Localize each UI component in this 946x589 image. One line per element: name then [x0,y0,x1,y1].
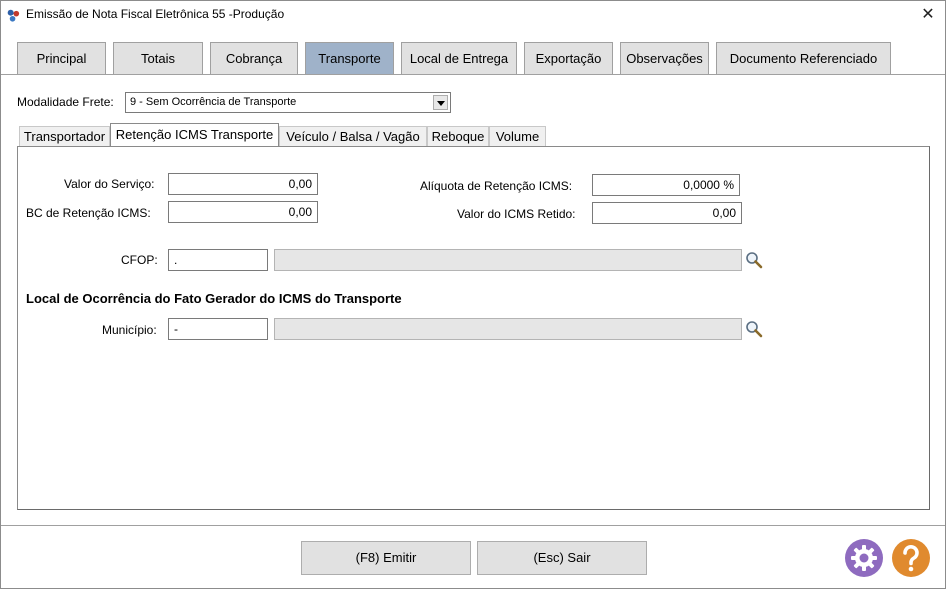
modalidade-frete-value: 9 - Sem Ocorrência de Transporte [130,96,297,108]
tab-exportacao[interactable]: Exportação [524,42,613,74]
title-bar: Emissão de Nota Fiscal Eletrônica 55 -Pr… [1,1,945,30]
exit-button[interactable]: (Esc) Sair [477,541,647,575]
subtab-volume[interactable]: Volume [489,126,546,147]
cfop-label: CFOP: [121,253,158,267]
subtab-retencao-icms-transporte[interactable]: Retenção ICMS Transporte [110,123,279,147]
close-button[interactable]: ✕ [916,4,940,26]
valor-servico-input[interactable]: 0,00 [168,173,318,195]
aliquota-input[interactable]: 0,0000 % [592,174,740,196]
tab-observacoes[interactable]: Observações [620,42,709,74]
valor-servico-label: Valor do Serviço: [64,177,155,191]
municipio-code-input[interactable]: - [168,318,268,340]
municipio-description-field [274,318,742,340]
valor-icms-retido-label: Valor do ICMS Retido: [457,207,576,221]
tab-principal[interactable]: Principal [17,42,106,74]
modalidade-frete-label: Modalidade Frete: [17,95,114,109]
tab-transporte[interactable]: Transporte [305,42,394,74]
aliquota-label: Alíquota de Retenção ICMS: [420,179,573,193]
tab-cobranca[interactable]: Cobrança [210,42,298,74]
bc-retencao-label: BC de Retenção ICMS: [26,206,151,220]
bc-retencao-input[interactable]: 0,00 [168,201,318,223]
cfop-code-input[interactable]: . [168,249,268,271]
modalidade-frete-select[interactable]: 9 - Sem Ocorrência de Transporte [125,92,451,113]
tab-documento-referenciado[interactable]: Documento Referenciado [716,42,891,74]
tab-totais[interactable]: Totais [113,42,203,74]
emit-button[interactable]: (F8) Emitir [301,541,471,575]
app-window: Emissão de Nota Fiscal Eletrônica 55 -Pr… [0,0,946,589]
subtab-reboque[interactable]: Reboque [427,126,489,147]
cfop-description-field [274,249,742,271]
tab-local-de-entrega[interactable]: Local de Entrega [401,42,517,74]
subtab-veiculo-balsa-vagao[interactable]: Veículo / Balsa / Vagão [279,126,427,147]
window-title: Emissão de Nota Fiscal Eletrônica 55 -Pr… [26,7,285,21]
app-logo-icon [7,9,20,22]
municipio-label: Município: [102,323,157,337]
valor-icms-retido-input[interactable]: 0,00 [592,202,742,224]
gear-icon[interactable] [844,538,884,578]
magnifier-icon[interactable] [745,320,763,338]
question-icon[interactable] [891,538,931,578]
subtab-transportador[interactable]: Transportador [19,126,110,147]
footer-divider [1,525,945,526]
magnifier-icon[interactable] [745,251,763,269]
section-title: Local de Ocorrência do Fato Gerador do I… [26,291,402,306]
chevron-down-icon[interactable] [433,95,448,110]
